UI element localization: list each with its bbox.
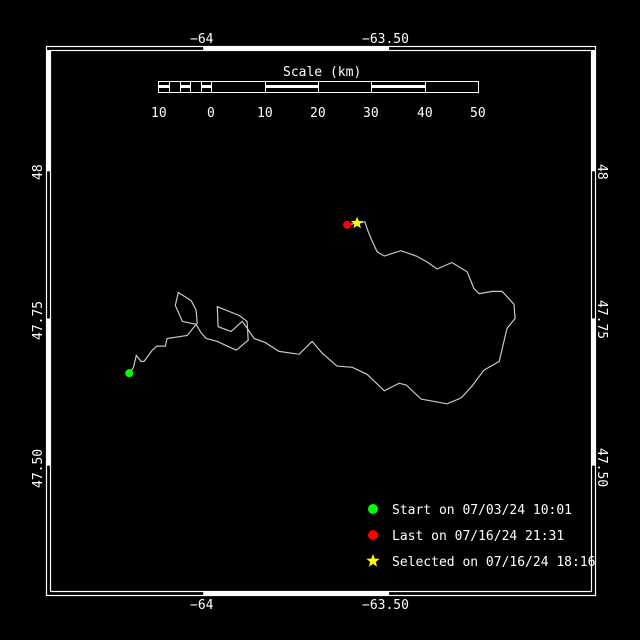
scale-label: 10 xyxy=(257,106,273,121)
scale-bar-fill xyxy=(201,85,211,88)
drifter-track-line xyxy=(128,221,516,405)
frame-band-bottom xyxy=(203,591,390,596)
bottom-lon-label-64: −64 xyxy=(190,598,214,613)
scale-bar-fill xyxy=(265,85,318,88)
scale-bar-fill xyxy=(180,85,190,88)
frame-band-left xyxy=(46,50,51,172)
last-marker xyxy=(343,220,352,229)
selected-star-marker xyxy=(350,216,364,229)
left-lat-label-47.50: 47.50 xyxy=(31,449,46,488)
frame-band-left xyxy=(46,318,51,466)
frame-band-right xyxy=(591,318,596,466)
scale-label: 50 xyxy=(470,106,486,121)
left-lat-label-48: 48 xyxy=(31,164,46,180)
scale-bar-fill xyxy=(158,85,169,88)
legend-start-label: Start on 07/03/24 10:01 xyxy=(392,503,572,518)
right-lat-label-47.50: 47.50 xyxy=(594,448,609,487)
left-lat-label-47.75: 47.75 xyxy=(31,301,46,340)
scale-title: Scale (km) xyxy=(283,65,361,80)
green-circle-icon xyxy=(368,504,378,514)
legend-last-label: Last on 07/16/24 21:31 xyxy=(392,529,564,544)
start-marker xyxy=(125,369,134,378)
scale-label: 0 xyxy=(207,106,215,121)
red-circle-icon xyxy=(368,530,378,540)
bottom-lon-label-63.5: −63.50 xyxy=(362,598,409,613)
scale-bar: Scale (km) 10 0 10 20 30 40 50 xyxy=(151,65,486,121)
legend-selected-label: Selected on 07/16/24 18:16 xyxy=(392,555,596,570)
drifter-track-map: −64 −63.50 −64 −63.50 48 47.75 47.50 48 … xyxy=(0,0,640,640)
scale-label: 30 xyxy=(363,106,379,121)
top-lon-label-64: −64 xyxy=(190,32,214,47)
legend: Start on 07/03/24 10:01 Last on 07/16/24… xyxy=(366,503,596,570)
scale-label: 10 xyxy=(151,106,167,121)
right-lat-label-47.75: 47.75 xyxy=(594,300,609,339)
scale-label: 40 xyxy=(417,106,433,121)
top-lon-label-63.5: −63.50 xyxy=(362,32,409,47)
scale-label: 20 xyxy=(310,106,326,121)
right-lat-label-48: 48 xyxy=(594,164,609,180)
yellow-star-icon xyxy=(366,554,380,567)
frame-band-right xyxy=(591,50,596,172)
scale-bar-fill xyxy=(371,85,425,88)
